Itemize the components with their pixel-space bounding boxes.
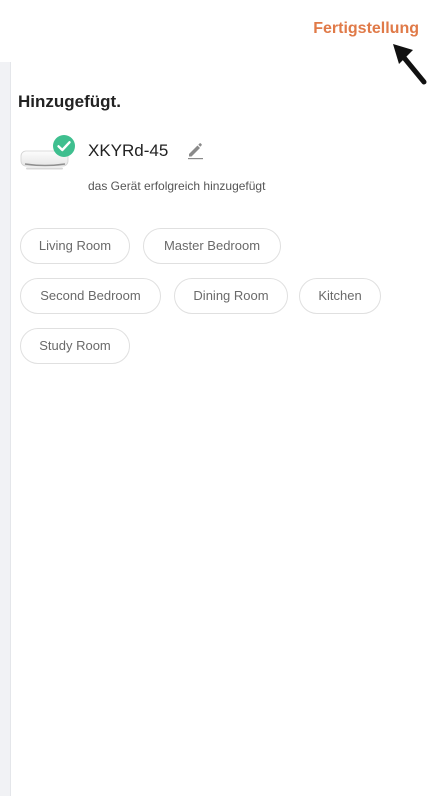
left-edge-strip <box>0 62 11 796</box>
pencil-icon[interactable] <box>185 140 205 160</box>
room-chip-master-bedroom[interactable]: Master Bedroom <box>143 228 281 264</box>
page-title: Hinzugefügt. <box>18 92 121 111</box>
device-status-text: das Gerät erfolgreich hinzugefügt <box>88 179 266 193</box>
room-chip-dining-room[interactable]: Dining Room <box>174 278 288 314</box>
device-name: XKYRd-45 <box>88 141 169 160</box>
arrow-pointer-icon <box>393 44 427 85</box>
room-chip-study-room[interactable]: Study Room <box>20 328 130 364</box>
device-row: XKYRd-45 <box>20 134 400 174</box>
check-circle-icon <box>53 135 75 157</box>
room-chip-living-room[interactable]: Living Room <box>20 228 130 264</box>
add-device-success-screen: Fertigstellung Hinzugefügt. XKYRd-45 das… <box>0 0 427 796</box>
done-button[interactable]: Fertigstellung <box>313 20 419 38</box>
top-bar: Fertigstellung <box>0 0 427 62</box>
room-chip-kitchen[interactable]: Kitchen <box>299 278 381 314</box>
room-chip-second-bedroom[interactable]: Second Bedroom <box>20 278 161 314</box>
